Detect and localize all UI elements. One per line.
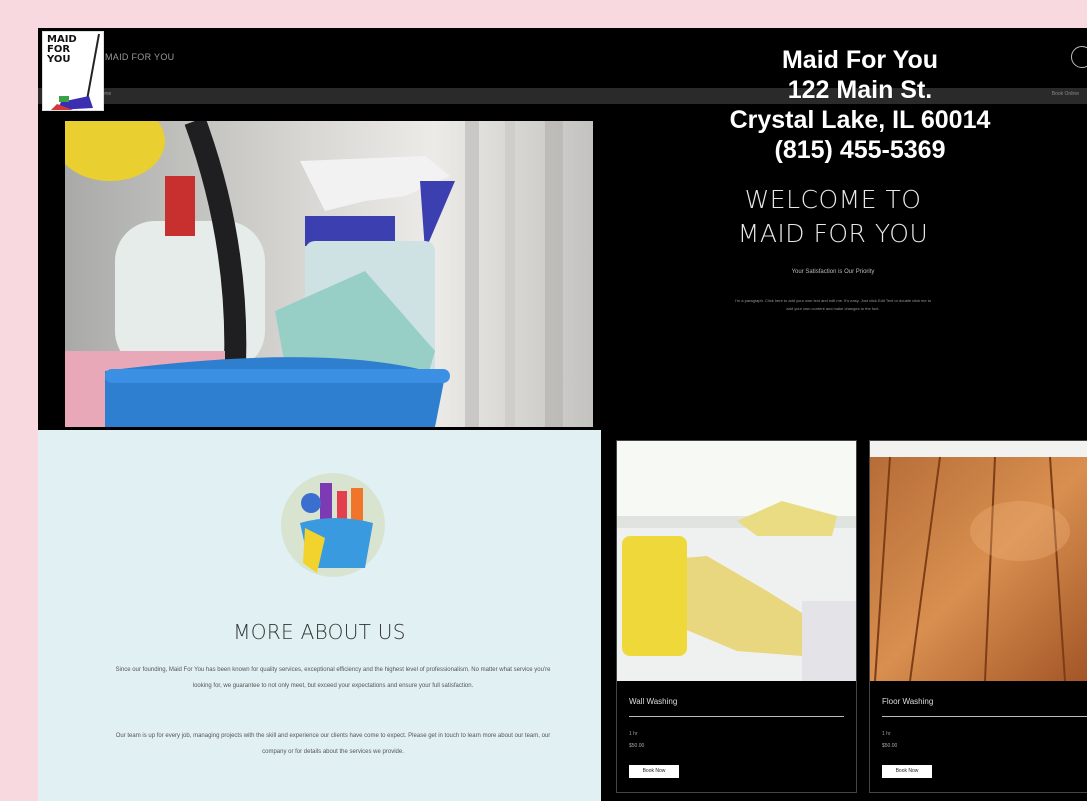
floor-washing-image: [870, 441, 1087, 681]
about-section: MORE ABOUT US Since our founding, Maid F…: [38, 430, 601, 801]
book-now-button[interactable]: Book Now: [882, 765, 932, 778]
welcome-tagline: Your Satisfaction is Our Priority: [791, 269, 875, 275]
business-phone: (815) 455-5369: [774, 136, 946, 164]
hero-cleaning-supplies-image: [65, 121, 593, 427]
welcome-paragraph: I'm a paragraph. Click here to add your …: [734, 298, 932, 311]
service-price: $50.00: [629, 743, 645, 749]
business-name: Maid For You: [781, 46, 939, 74]
welcome-section: WELCOME TO MAID FOR YOU Your Satisfactio…: [598, 183, 1068, 313]
service-card-floor-washing: Floor Washing 1 hr $50.00 Book Now: [869, 440, 1087, 793]
about-paragraph-2: Our team is up for every job, managing p…: [115, 733, 551, 755]
service-title: Floor Washing: [882, 697, 934, 706]
service-title: Wall Washing: [629, 697, 678, 706]
service-price: $50.00: [882, 743, 898, 749]
book-now-button[interactable]: Book Now: [629, 765, 679, 778]
service-duration: 1 hr: [882, 731, 891, 737]
login-icon[interactable]: [1071, 46, 1087, 68]
about-title: MORE ABOUT US: [233, 620, 406, 644]
business-street: 122 Main St.: [787, 76, 933, 104]
divider: [882, 716, 1087, 717]
maid-for-you-logo[interactable]: MAID FOR YOU: [42, 31, 104, 111]
divider: [629, 716, 844, 717]
about-paragraph-1: Since our founding, Maid For You has bee…: [115, 667, 551, 689]
service-duration: 1 hr: [629, 731, 638, 737]
wall-washing-image: [617, 441, 856, 681]
business-city: Crystal Lake, IL 60014: [729, 106, 991, 134]
service-card-wall-washing: Wall Washing 1 hr $50.00 Book Now: [616, 440, 857, 793]
logo-text: MAID FOR YOU: [47, 34, 77, 65]
site-name[interactable]: MAID FOR YOU: [105, 52, 174, 62]
cleaning-bucket-illustration: [281, 473, 385, 577]
welcome-title: WELCOME TO MAID FOR YOU: [737, 185, 929, 248]
business-info-overlay: Maid For You 122 Main St. Crystal Lake, …: [660, 45, 1060, 165]
